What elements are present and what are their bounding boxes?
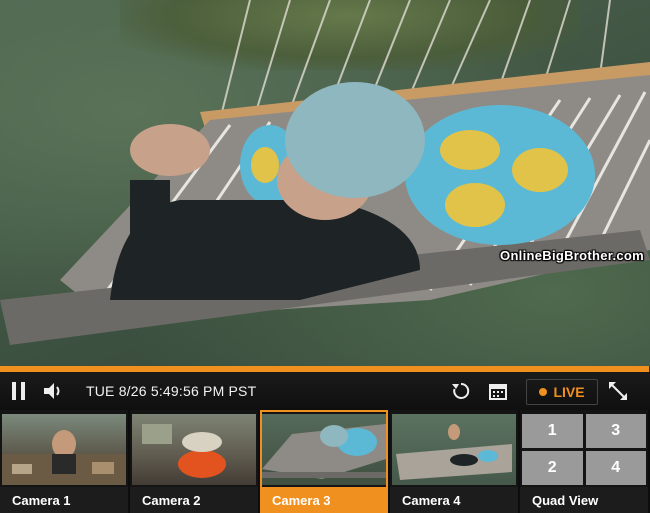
live-dot-icon	[539, 388, 548, 396]
replay-icon[interactable]	[450, 380, 472, 402]
camera-3-preview	[262, 414, 386, 485]
camera-1-illustration	[2, 430, 126, 485]
camera-2-thumb[interactable]: Camera 2	[130, 410, 258, 513]
quad-view-label: Quad View	[520, 487, 648, 513]
calendar-icon[interactable]	[488, 381, 508, 401]
camera-3-illustration	[262, 424, 386, 479]
live-button[interactable]: LIVE	[526, 379, 598, 405]
quad-cell-1: 1	[522, 414, 583, 448]
pause-icon[interactable]	[12, 382, 26, 400]
quad-view-thumb[interactable]: 1 3 2 4 Quad View	[520, 410, 648, 513]
camera-1-preview	[2, 414, 126, 485]
video-frame-illustration	[0, 0, 650, 345]
camera-3-label: Camera 3	[260, 487, 388, 513]
camera-2-preview	[132, 414, 256, 485]
camera-1-thumb[interactable]: Camera 1	[0, 410, 128, 513]
camera-1-label: Camera 1	[0, 487, 128, 513]
fullscreen-icon[interactable]	[606, 379, 630, 403]
quad-cell-3: 3	[585, 414, 646, 448]
timestamp-text: TUE 8/26 5:49:56 PM PST	[86, 383, 257, 399]
quad-cell-2: 2	[522, 451, 583, 485]
camera-4-preview	[392, 414, 516, 485]
watermark-text: OnlineBigBrother.com	[500, 248, 644, 263]
camera-3-thumb[interactable]: Camera 3	[260, 410, 388, 513]
camera-2-illustration	[142, 424, 226, 478]
camera-4-label: Camera 4	[390, 487, 518, 513]
speaker-icon[interactable]	[42, 381, 64, 401]
quad-view-grid: 1 3 2 4	[522, 414, 646, 485]
camera-2-label: Camera 2	[130, 487, 258, 513]
control-bar: TUE 8/26 5:49:56 PM PST LIVE	[0, 372, 650, 410]
video-player[interactable]: OnlineBigBrother.com	[0, 0, 650, 366]
camera-4-thumb[interactable]: Camera 4	[390, 410, 518, 513]
live-label: LIVE	[553, 384, 585, 400]
camera-selector: Camera 1 Camera 2 Camera 3 Camera 4 1 3 …	[0, 410, 650, 513]
quad-cell-4: 4	[585, 451, 646, 485]
camera-4-illustration	[396, 424, 512, 480]
